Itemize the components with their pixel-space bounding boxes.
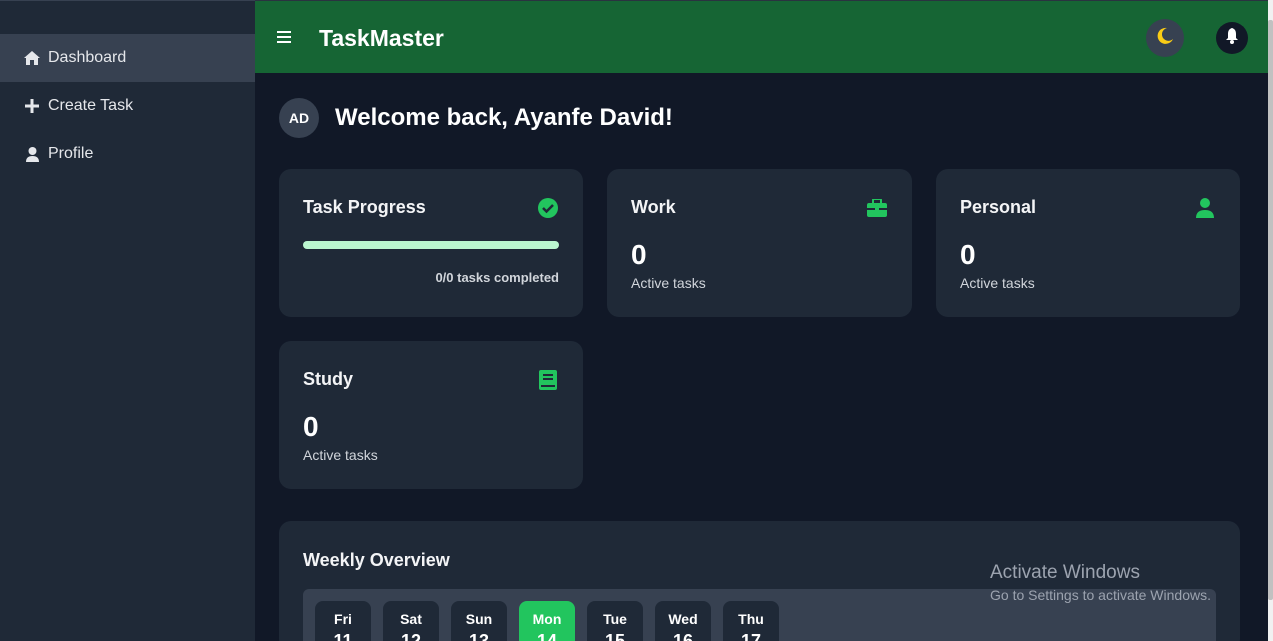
day-sat[interactable]: Sat 12 bbox=[383, 601, 439, 641]
activate-windows-watermark: Activate Windows Go to Settings to activ… bbox=[990, 562, 1211, 603]
card-count: 0 bbox=[631, 239, 647, 270]
day-name: Thu bbox=[738, 611, 764, 627]
sidebar-item-dashboard[interactable]: Dashboard bbox=[0, 34, 255, 82]
day-number: 12 bbox=[400, 631, 422, 641]
progress-text: 0/0 tasks completed bbox=[435, 270, 559, 285]
welcome-heading: Welcome back, Ayanfe David! bbox=[335, 104, 673, 131]
day-sun[interactable]: Sun 13 bbox=[451, 601, 507, 641]
moon-icon bbox=[1156, 27, 1174, 50]
app-brand[interactable]: TaskMaster bbox=[319, 25, 444, 52]
progress-bar bbox=[303, 241, 559, 249]
day-name: Sat bbox=[400, 611, 422, 627]
task-progress-card: Task Progress 0/0 tasks completed bbox=[279, 169, 583, 317]
check-circle-icon bbox=[537, 197, 559, 219]
card-count: 0 bbox=[960, 239, 976, 270]
briefcase-icon bbox=[866, 197, 888, 219]
sidebar-item-profile[interactable]: Profile bbox=[0, 130, 255, 178]
page-scrollbar[interactable] bbox=[1268, 0, 1273, 641]
work-card[interactable]: Work 0 Active tasks bbox=[607, 169, 912, 317]
day-number: 17 bbox=[740, 631, 762, 641]
card-title: Work bbox=[631, 197, 676, 217]
scrollbar-thumb[interactable] bbox=[1268, 20, 1273, 600]
theme-toggle-button[interactable] bbox=[1146, 19, 1184, 57]
bell-icon bbox=[1225, 27, 1239, 49]
card-subtitle: Active tasks bbox=[960, 275, 1035, 291]
day-name: Tue bbox=[603, 611, 627, 627]
sidebar: Dashboard Create Task Profile bbox=[0, 0, 255, 641]
day-number: 16 bbox=[672, 631, 694, 641]
day-number: 13 bbox=[468, 631, 490, 641]
watermark-subtitle: Go to Settings to activate Windows. bbox=[990, 587, 1211, 603]
book-icon bbox=[537, 369, 559, 391]
sidebar-item-label: Dashboard bbox=[48, 49, 127, 66]
day-name: Fri bbox=[334, 611, 352, 627]
avatar: AD bbox=[279, 98, 319, 138]
day-fri[interactable]: Fri 11 bbox=[315, 601, 371, 641]
day-name: Wed bbox=[668, 611, 698, 627]
day-thu[interactable]: Thu 17 bbox=[723, 601, 779, 641]
sidebar-item-label: Create Task bbox=[48, 97, 134, 114]
day-number: 11 bbox=[333, 631, 353, 641]
top-bar: TaskMaster bbox=[255, 0, 1268, 73]
sidebar-item-label: Profile bbox=[48, 145, 94, 162]
plus-icon bbox=[24, 98, 40, 114]
card-subtitle: Active tasks bbox=[631, 275, 706, 291]
card-title: Task Progress bbox=[303, 197, 426, 217]
card-title: Personal bbox=[960, 197, 1037, 217]
card-title: Study bbox=[303, 369, 354, 389]
watermark-title: Activate Windows bbox=[990, 562, 1140, 583]
day-number: 14 bbox=[536, 631, 558, 641]
user-icon bbox=[24, 146, 40, 162]
card-subtitle: Active tasks bbox=[303, 447, 378, 463]
hamburger-icon[interactable] bbox=[277, 27, 297, 47]
section-title: Weekly Overview bbox=[303, 550, 450, 570]
personal-card[interactable]: Personal 0 Active tasks bbox=[936, 169, 1240, 317]
user-icon bbox=[1194, 197, 1216, 219]
day-name: Sun bbox=[465, 611, 493, 627]
day-number: 15 bbox=[604, 631, 626, 641]
day-tue[interactable]: Tue 15 bbox=[587, 601, 643, 641]
sidebar-item-create-task[interactable]: Create Task bbox=[0, 82, 255, 130]
study-card[interactable]: Study 0 Active tasks bbox=[279, 341, 583, 489]
day-wed[interactable]: Wed 16 bbox=[655, 601, 711, 641]
day-mon[interactable]: Mon 14 bbox=[519, 601, 575, 641]
home-icon bbox=[24, 50, 40, 66]
card-count: 0 bbox=[303, 411, 319, 442]
day-name: Mon bbox=[532, 611, 562, 627]
notifications-button[interactable] bbox=[1216, 22, 1248, 54]
